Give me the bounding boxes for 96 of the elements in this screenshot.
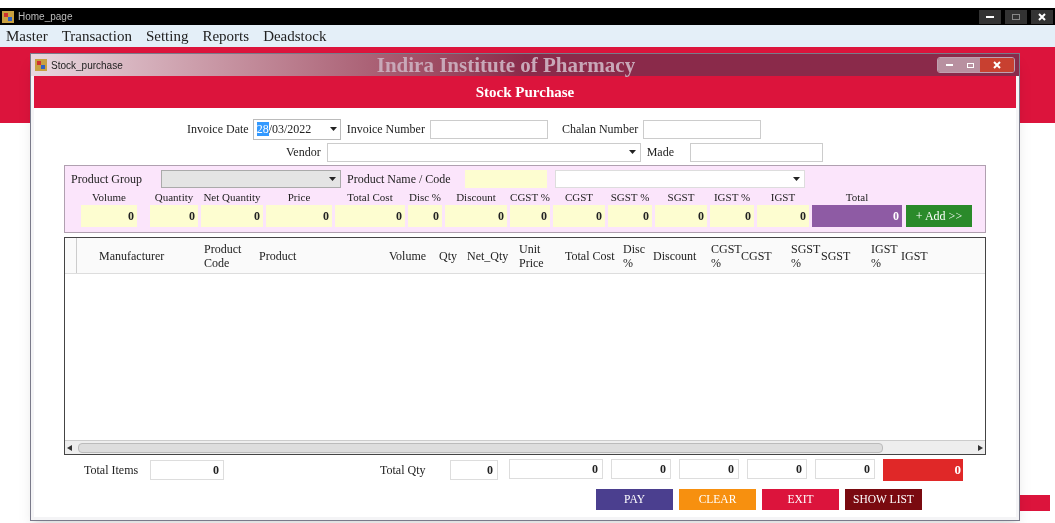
background-title: Indira Institute of Pharmacy — [376, 54, 636, 76]
field-label: Discount — [455, 190, 497, 205]
column-header[interactable]: IGST % — [869, 241, 899, 270]
column-header[interactable]: SGST — [819, 248, 869, 263]
menu-item[interactable]: Reports — [202, 24, 250, 48]
product-dropdown[interactable] — [555, 170, 805, 188]
input-field[interactable]: 0 — [608, 205, 652, 227]
column-header[interactable]: IGST — [899, 248, 935, 263]
column-header[interactable]: Disc % — [621, 241, 651, 270]
menu-item[interactable]: Setting — [145, 24, 189, 48]
field-label: Chalan Number — [561, 121, 639, 138]
field-label: Made — [646, 144, 674, 161]
field-label: IGST % — [712, 190, 752, 205]
input-field[interactable]: 0 — [266, 205, 332, 227]
field-label: Quantity — [153, 190, 195, 205]
field-label: Product Group — [71, 171, 143, 188]
minimize-button[interactable] — [979, 9, 1001, 24]
column-header[interactable]: Manufacturer — [97, 248, 202, 263]
column-header[interactable]: Net_Qty — [465, 248, 517, 263]
column-header[interactable]: Total Cost — [563, 248, 621, 263]
dropdown-caret-icon — [329, 127, 337, 131]
input-field[interactable]: 0 — [815, 459, 875, 479]
field-label: Invoice Date — [187, 121, 249, 138]
field-label: IGST — [769, 190, 797, 205]
column-header[interactable]: SGST % — [789, 241, 819, 270]
total-field[interactable]: 0 — [812, 205, 902, 227]
field-label: Net Quantity — [202, 190, 262, 205]
action-button[interactable]: EXIT — [762, 489, 839, 510]
column-header[interactable]: CGST — [739, 248, 789, 263]
column-header[interactable]: Discount — [651, 248, 709, 263]
vendor-dropdown[interactable] — [326, 142, 641, 162]
form-title: Stock Purchase — [475, 82, 575, 102]
field-label: Vendor — [286, 144, 321, 161]
close-icon — [993, 61, 1001, 69]
field-label: CGST — [563, 190, 595, 205]
close-icon — [1038, 12, 1046, 21]
app-title: Home_page — [18, 10, 73, 24]
maximize-button[interactable] — [960, 58, 980, 72]
grand-total-field[interactable]: 0 — [883, 459, 963, 481]
input-field[interactable]: 0 — [150, 205, 198, 227]
input-field[interactable]: 0 — [81, 205, 137, 227]
column-header[interactable]: Unit Price — [517, 241, 563, 270]
input-field[interactable]: 0 — [655, 205, 707, 227]
input-field[interactable] — [465, 170, 547, 188]
field-label: Price — [286, 190, 312, 205]
action-button[interactable]: PAY — [596, 489, 673, 510]
input-field[interactable]: 0 — [509, 459, 603, 479]
horizontal-scrollbar[interactable] — [65, 440, 985, 454]
input-field[interactable]: 0 — [408, 205, 442, 227]
action-button[interactable]: SHOW LIST — [845, 489, 922, 510]
input-field[interactable]: 0 — [611, 459, 671, 479]
add-button[interactable]: + Add >> — [906, 205, 972, 227]
maximize-button[interactable] — [1005, 9, 1027, 24]
field-label: Invoice Number — [346, 121, 425, 138]
banner-strip — [1020, 495, 1050, 511]
dropdown-caret-icon — [329, 177, 336, 181]
input-field[interactable]: 0 — [201, 205, 263, 227]
input-field[interactable]: 0 — [445, 205, 507, 227]
dropdown-caret-icon — [628, 150, 636, 154]
field-label: CGST % — [510, 190, 550, 205]
field-label: SGST — [666, 190, 696, 205]
dropdown-caret-icon — [793, 177, 800, 181]
column-header[interactable]: Product Code — [202, 241, 257, 270]
input-field[interactable] — [429, 119, 548, 139]
menu-item[interactable]: Transaction — [61, 24, 132, 48]
field-label: SGST % — [609, 190, 651, 205]
input-field[interactable]: 0 — [510, 205, 550, 227]
field-label: Volume — [91, 190, 127, 205]
product-group-dropdown[interactable] — [161, 170, 341, 188]
input-field[interactable]: 0 — [757, 205, 809, 227]
input-field[interactable] — [643, 119, 762, 139]
column-header[interactable]: Product — [257, 248, 387, 263]
field-label: Total Qty — [380, 462, 427, 479]
window-app-icon — [2, 10, 14, 23]
input-field[interactable]: 0 — [679, 459, 739, 479]
scroll-right-icon — [978, 444, 983, 451]
window-title: Stock_purchase — [51, 58, 123, 73]
column-header[interactable]: Volume — [387, 248, 437, 263]
field-label: Total Cost — [346, 190, 394, 205]
close-button[interactable] — [1031, 9, 1053, 24]
input-field[interactable]: 0 — [450, 460, 498, 480]
menu-item[interactable]: Master — [6, 24, 48, 48]
field-label: Product Name / Code — [347, 171, 452, 188]
input-field[interactable]: 0 — [553, 205, 605, 227]
input-field[interactable]: 0 — [747, 459, 807, 479]
menu-item[interactable]: Deadstock — [263, 24, 327, 48]
input-field[interactable]: 0 — [710, 205, 754, 227]
field-label: Disc % — [408, 190, 442, 205]
input-field[interactable]: 0 — [335, 205, 405, 227]
field-label: Total — [844, 190, 870, 205]
input-field[interactable] — [690, 142, 823, 162]
window-app-icon — [35, 59, 47, 71]
input-field[interactable]: 0 — [150, 460, 224, 480]
column-header[interactable]: Qty — [437, 248, 465, 263]
field-label: Total Items — [84, 462, 140, 479]
scroll-left-icon — [67, 444, 72, 451]
